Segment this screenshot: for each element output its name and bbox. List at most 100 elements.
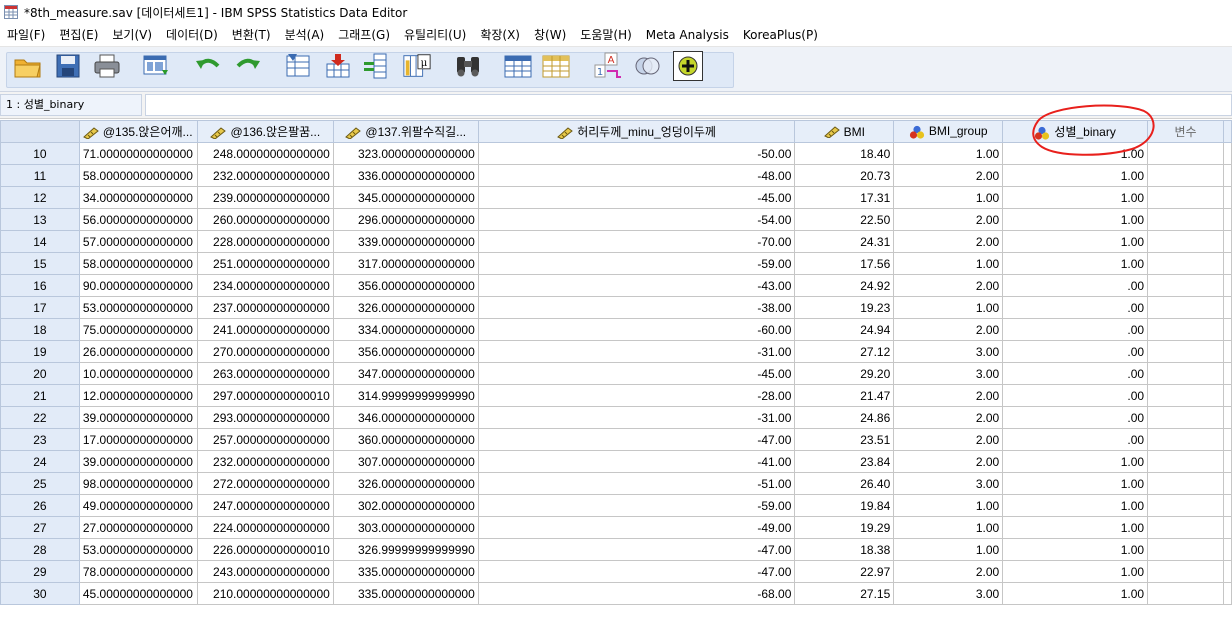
data-cell[interactable]: 3.00 bbox=[893, 340, 1004, 363]
select-cases-icon[interactable] bbox=[633, 51, 663, 81]
data-cell[interactable]: 2.00 bbox=[893, 318, 1004, 341]
data-cell[interactable]: 210.00000000000000 bbox=[196, 582, 334, 605]
data-cell[interactable]: 239.00000000000000 bbox=[196, 186, 334, 209]
data-cell[interactable]: 326.00000000000000 bbox=[332, 296, 479, 319]
menu-item[interactable]: Meta Analysis bbox=[639, 24, 736, 46]
data-cell[interactable]: 1.00 bbox=[1002, 142, 1149, 165]
row-number[interactable]: 10 bbox=[0, 142, 80, 165]
data-cell[interactable]: 335.00000000000000 bbox=[332, 582, 479, 605]
data-cell[interactable]: 251.00000000000000 bbox=[196, 252, 334, 275]
column-header[interactable]: @136.앉은팔꿈... bbox=[196, 120, 334, 143]
row-number[interactable]: 14 bbox=[0, 230, 80, 253]
data-cell[interactable]: 19.29 bbox=[794, 516, 895, 539]
data-cell[interactable]: 29.20 bbox=[794, 362, 895, 385]
data-cell[interactable]: 297.00000000000010 bbox=[196, 384, 334, 407]
data-cell[interactable]: 19.84 bbox=[794, 494, 895, 517]
row-number[interactable]: 11 bbox=[0, 164, 80, 187]
data-cell[interactable]: 27.12 bbox=[794, 340, 895, 363]
data-cell[interactable] bbox=[1147, 406, 1224, 429]
data-cell[interactable]: 336.00000000000000 bbox=[332, 164, 479, 187]
data-cell[interactable]: -45.00 bbox=[477, 186, 796, 209]
data-cell[interactable]: 17.00000000000000 bbox=[78, 428, 198, 451]
data-cell[interactable]: 302.00000000000000 bbox=[332, 494, 479, 517]
data-cell[interactable]: -68.00 bbox=[477, 582, 796, 605]
row-number[interactable]: 19 bbox=[0, 340, 80, 363]
data-cell[interactable]: 356.00000000000000 bbox=[332, 274, 479, 297]
data-cell[interactable] bbox=[1147, 472, 1224, 495]
data-cell[interactable]: 2.00 bbox=[893, 450, 1004, 473]
recall-dialog-icon[interactable] bbox=[142, 51, 172, 81]
data-cell[interactable]: 57.00000000000000 bbox=[78, 230, 198, 253]
column-header[interactable]: 성별_binary bbox=[1002, 120, 1149, 143]
data-cell[interactable] bbox=[1147, 252, 1224, 275]
data-cell[interactable]: 1.00 bbox=[1002, 560, 1149, 583]
data-cell[interactable]: 226.00000000000010 bbox=[196, 538, 334, 561]
data-cell[interactable]: .00 bbox=[1002, 340, 1149, 363]
data-cell[interactable]: 90.00000000000000 bbox=[78, 274, 198, 297]
data-cell[interactable] bbox=[1147, 516, 1224, 539]
data-cell[interactable]: 1.00 bbox=[1002, 186, 1149, 209]
data-cell[interactable]: 71.00000000000000 bbox=[78, 142, 198, 165]
data-cell[interactable]: 247.00000000000000 bbox=[196, 494, 334, 517]
data-cell[interactable]: 22.50 bbox=[794, 208, 895, 231]
insert-variable-icon[interactable] bbox=[541, 51, 571, 81]
data-cell[interactable]: -47.00 bbox=[477, 428, 796, 451]
data-cell[interactable]: 3.00 bbox=[893, 362, 1004, 385]
row-number[interactable]: 13 bbox=[0, 208, 80, 231]
goto-case-icon[interactable] bbox=[283, 51, 313, 81]
data-cell[interactable]: 1.00 bbox=[1002, 252, 1149, 275]
data-cell[interactable]: 26.00000000000000 bbox=[78, 340, 198, 363]
open-folder-icon[interactable] bbox=[13, 51, 43, 81]
data-cell[interactable]: 58.00000000000000 bbox=[78, 164, 198, 187]
cell-value-editor[interactable] bbox=[145, 94, 1232, 116]
data-cell[interactable]: 272.00000000000000 bbox=[196, 472, 334, 495]
data-cell[interactable]: 22.97 bbox=[794, 560, 895, 583]
cell-reference[interactable]: 1 : 성별_binary bbox=[0, 94, 142, 116]
menu-item[interactable]: 변환(T) bbox=[225, 24, 278, 46]
row-number[interactable]: 17 bbox=[0, 296, 80, 319]
data-cell[interactable]: 23.84 bbox=[794, 450, 895, 473]
data-cell[interactable]: 2.00 bbox=[893, 164, 1004, 187]
data-cell[interactable]: 17.56 bbox=[794, 252, 895, 275]
data-cell[interactable]: -49.00 bbox=[477, 516, 796, 539]
data-cell[interactable]: .00 bbox=[1002, 362, 1149, 385]
row-number[interactable]: 23 bbox=[0, 428, 80, 451]
find-icon[interactable] bbox=[453, 51, 483, 81]
goto-variable-icon[interactable] bbox=[323, 51, 353, 81]
data-cell[interactable]: 339.00000000000000 bbox=[332, 230, 479, 253]
row-number[interactable]: 12 bbox=[0, 186, 80, 209]
data-cell[interactable] bbox=[1147, 362, 1224, 385]
data-cell[interactable] bbox=[1147, 208, 1224, 231]
data-cell[interactable]: 257.00000000000000 bbox=[196, 428, 334, 451]
data-cell[interactable]: 53.00000000000000 bbox=[78, 296, 198, 319]
menu-item[interactable]: 확장(X) bbox=[473, 24, 527, 46]
row-number[interactable]: 30 bbox=[0, 582, 80, 605]
data-cell[interactable]: 49.00000000000000 bbox=[78, 494, 198, 517]
menu-item[interactable]: 분석(A) bbox=[278, 24, 332, 46]
column-header[interactable]: 허리두께_minu_엉덩이두께 bbox=[477, 120, 796, 143]
data-cell[interactable]: 296.00000000000000 bbox=[332, 208, 479, 231]
row-number[interactable]: 16 bbox=[0, 274, 80, 297]
data-cell[interactable]: 270.00000000000000 bbox=[196, 340, 334, 363]
menu-item[interactable]: 편집(E) bbox=[52, 24, 105, 46]
data-cell[interactable]: 303.00000000000000 bbox=[332, 516, 479, 539]
data-cell[interactable]: 23.51 bbox=[794, 428, 895, 451]
data-cell[interactable]: 260.00000000000000 bbox=[196, 208, 334, 231]
grid-corner[interactable] bbox=[0, 120, 80, 143]
row-number[interactable]: 25 bbox=[0, 472, 80, 495]
data-cell[interactable] bbox=[1147, 560, 1224, 583]
data-cell[interactable]: -60.00 bbox=[477, 318, 796, 341]
menu-item[interactable]: 보기(V) bbox=[105, 24, 159, 46]
data-cell[interactable]: 323.00000000000000 bbox=[332, 142, 479, 165]
data-cell[interactable]: 237.00000000000000 bbox=[196, 296, 334, 319]
data-cell[interactable]: -38.00 bbox=[477, 296, 796, 319]
row-number[interactable]: 21 bbox=[0, 384, 80, 407]
data-cell[interactable]: 2.00 bbox=[893, 428, 1004, 451]
data-cell[interactable]: 1.00 bbox=[1002, 472, 1149, 495]
data-cell[interactable]: 293.00000000000000 bbox=[196, 406, 334, 429]
data-cell[interactable]: 326.00000000000000 bbox=[332, 472, 479, 495]
menu-item[interactable]: KoreaPlus(P) bbox=[736, 24, 825, 46]
data-cell[interactable]: -47.00 bbox=[477, 560, 796, 583]
data-cell[interactable]: -31.00 bbox=[477, 406, 796, 429]
data-cell[interactable] bbox=[1147, 340, 1224, 363]
